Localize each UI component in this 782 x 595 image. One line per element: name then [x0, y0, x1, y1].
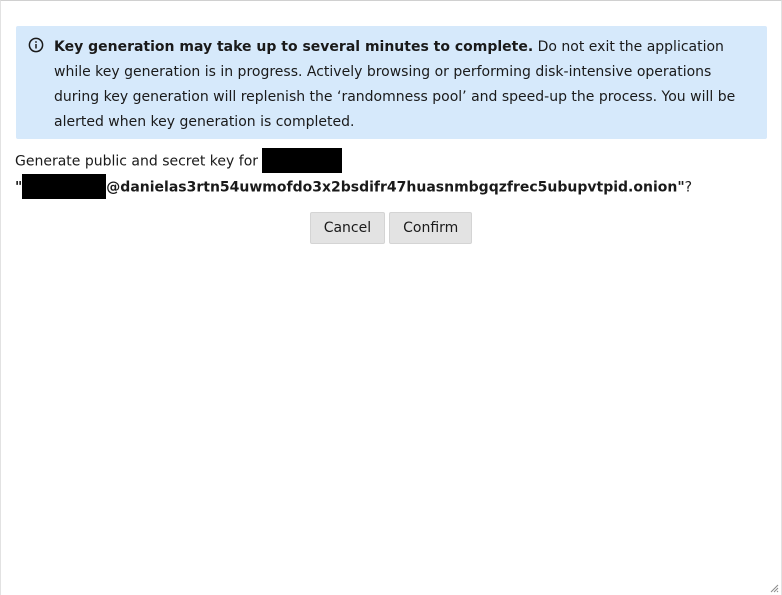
cancel-button[interactable]: Cancel [309, 212, 386, 244]
notice-heading: Key generation may take up to several mi… [54, 39, 534, 55]
key-generation-dialog: Key generation may take up to several mi… [0, 0, 782, 595]
open-quote: " [15, 179, 23, 196]
resize-grip-icon[interactable] [769, 583, 779, 593]
info-icon [28, 37, 44, 53]
question-mark: ? [684, 179, 693, 196]
close-quote: " [677, 179, 685, 196]
redacted-username [22, 174, 107, 199]
onion-address: @danielas3rtn54uwmofdo3x2bsdifr47huasnmb… [106, 179, 678, 196]
generate-key-prompt: Generate public and secret key for " @dan… [15, 148, 775, 202]
prompt-prefix: Generate public and secret key for [15, 153, 263, 170]
confirm-button[interactable]: Confirm [389, 212, 473, 244]
info-notice: Key generation may take up to several mi… [16, 26, 767, 139]
redacted-name [262, 148, 343, 173]
dialog-actions: Cancel Confirm [1, 212, 781, 244]
